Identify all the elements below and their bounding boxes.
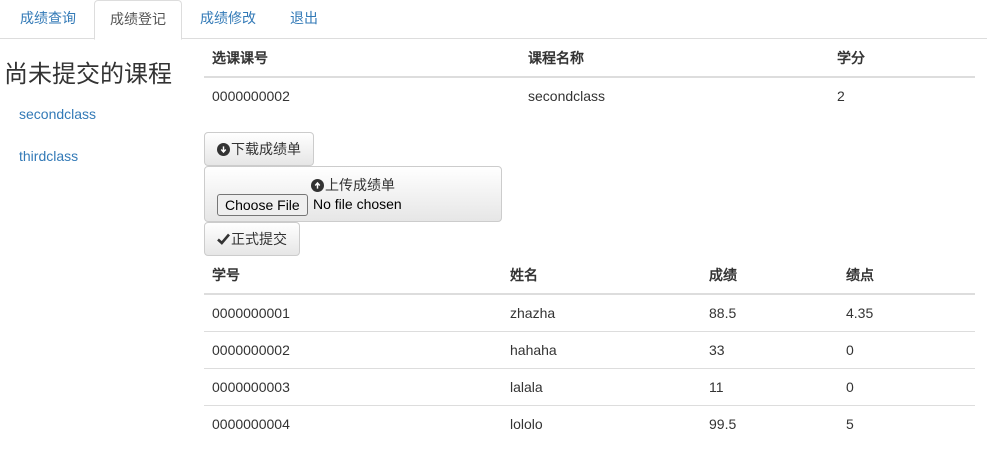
table-row: 0000000002 secondclass 2 [204, 77, 975, 114]
table-cell: 33 [701, 330, 838, 368]
upload-gradesheet-heading: 上传成绩单 [205, 175, 501, 195]
upload-gradesheet-panel[interactable]: 上传成绩单 Choose File No file chosen [204, 166, 502, 222]
table-cell: 0 [838, 367, 975, 405]
table-row: 0000000003 lalala 11 0 [204, 367, 975, 405]
sidebar-item-thirdclass[interactable]: thirdclass [19, 148, 78, 164]
table-cell: 88.5 [709, 304, 737, 321]
column-header: 绩点 [838, 256, 975, 295]
tab-grade-query[interactable]: 成绩查询 [5, 0, 91, 39]
table-cell: 99.5 [701, 404, 838, 442]
column-header: 成绩 [701, 256, 838, 295]
upload-gradesheet-label: 上传成绩单 [325, 177, 395, 193]
course-table: 选课课号 课程名称 学分 0000000002 secondclass 2 [204, 39, 975, 114]
table-cell: 2 [837, 88, 845, 104]
table-cell: 0000000002 [212, 88, 290, 104]
grade-table: 学号 姓名 成绩 绩点 0000000001 zhazha 88.5 4.35 … [204, 256, 975, 442]
table-cell: 4.35 [846, 304, 874, 321]
tab-grade-registration[interactable]: 成绩登记 [94, 0, 182, 40]
table-cell: 0000000002 [204, 330, 502, 368]
formal-submit-button[interactable]: 正式提交 [204, 222, 300, 256]
nav-tabs: 成绩查询 成绩登记 成绩修改 退出 [0, 0, 987, 40]
table-cell: 0000000003 [204, 367, 502, 405]
table-cell: 5 [838, 404, 975, 442]
download-gradesheet-label: 下载成绩单 [231, 141, 301, 157]
table-row: 0000000001 zhazha 88.5 4.35 [204, 294, 975, 331]
column-header: 学分 [829, 39, 975, 78]
sidebar-item-secondclass[interactable]: secondclass [19, 106, 96, 122]
table-cell: zhazha [510, 304, 556, 321]
table-row: 0000000004 lololo 99.5 5 [204, 404, 975, 442]
sidebar-title: 尚未提交的课程 [4, 61, 172, 88]
column-header: 姓名 [502, 256, 701, 295]
table-cell: 11 [701, 367, 838, 405]
table-header-row: 学号 姓名 成绩 绩点 [204, 256, 975, 295]
column-header: 选课课号 [204, 39, 520, 78]
circle-arrow-up-icon [311, 179, 324, 192]
file-status-text: No file chosen [313, 196, 402, 212]
checkmark-icon [217, 233, 230, 245]
column-header: 学号 [204, 256, 502, 295]
table-cell: lalala [502, 367, 701, 405]
table-header-row: 选课课号 课程名称 学分 [204, 39, 975, 78]
table-cell: lololo [502, 404, 701, 442]
circle-arrow-down-icon [217, 142, 230, 156]
download-gradesheet-button[interactable]: 下载成绩单 [204, 132, 314, 166]
table-cell: 0000000004 [204, 404, 502, 442]
formal-submit-label: 正式提交 [231, 231, 287, 247]
tab-logout[interactable]: 退出 [275, 0, 333, 39]
table-row: 0000000002 hahaha 33 0 [204, 330, 975, 368]
table-cell: 0 [838, 330, 975, 368]
column-header: 课程名称 [520, 39, 829, 78]
choose-file-button[interactable]: Choose File [217, 194, 308, 216]
table-cell: hahaha [502, 330, 701, 368]
table-cell: secondclass [528, 88, 606, 104]
tab-grade-modify[interactable]: 成绩修改 [185, 0, 271, 39]
table-cell: 0000000001 [212, 304, 290, 321]
